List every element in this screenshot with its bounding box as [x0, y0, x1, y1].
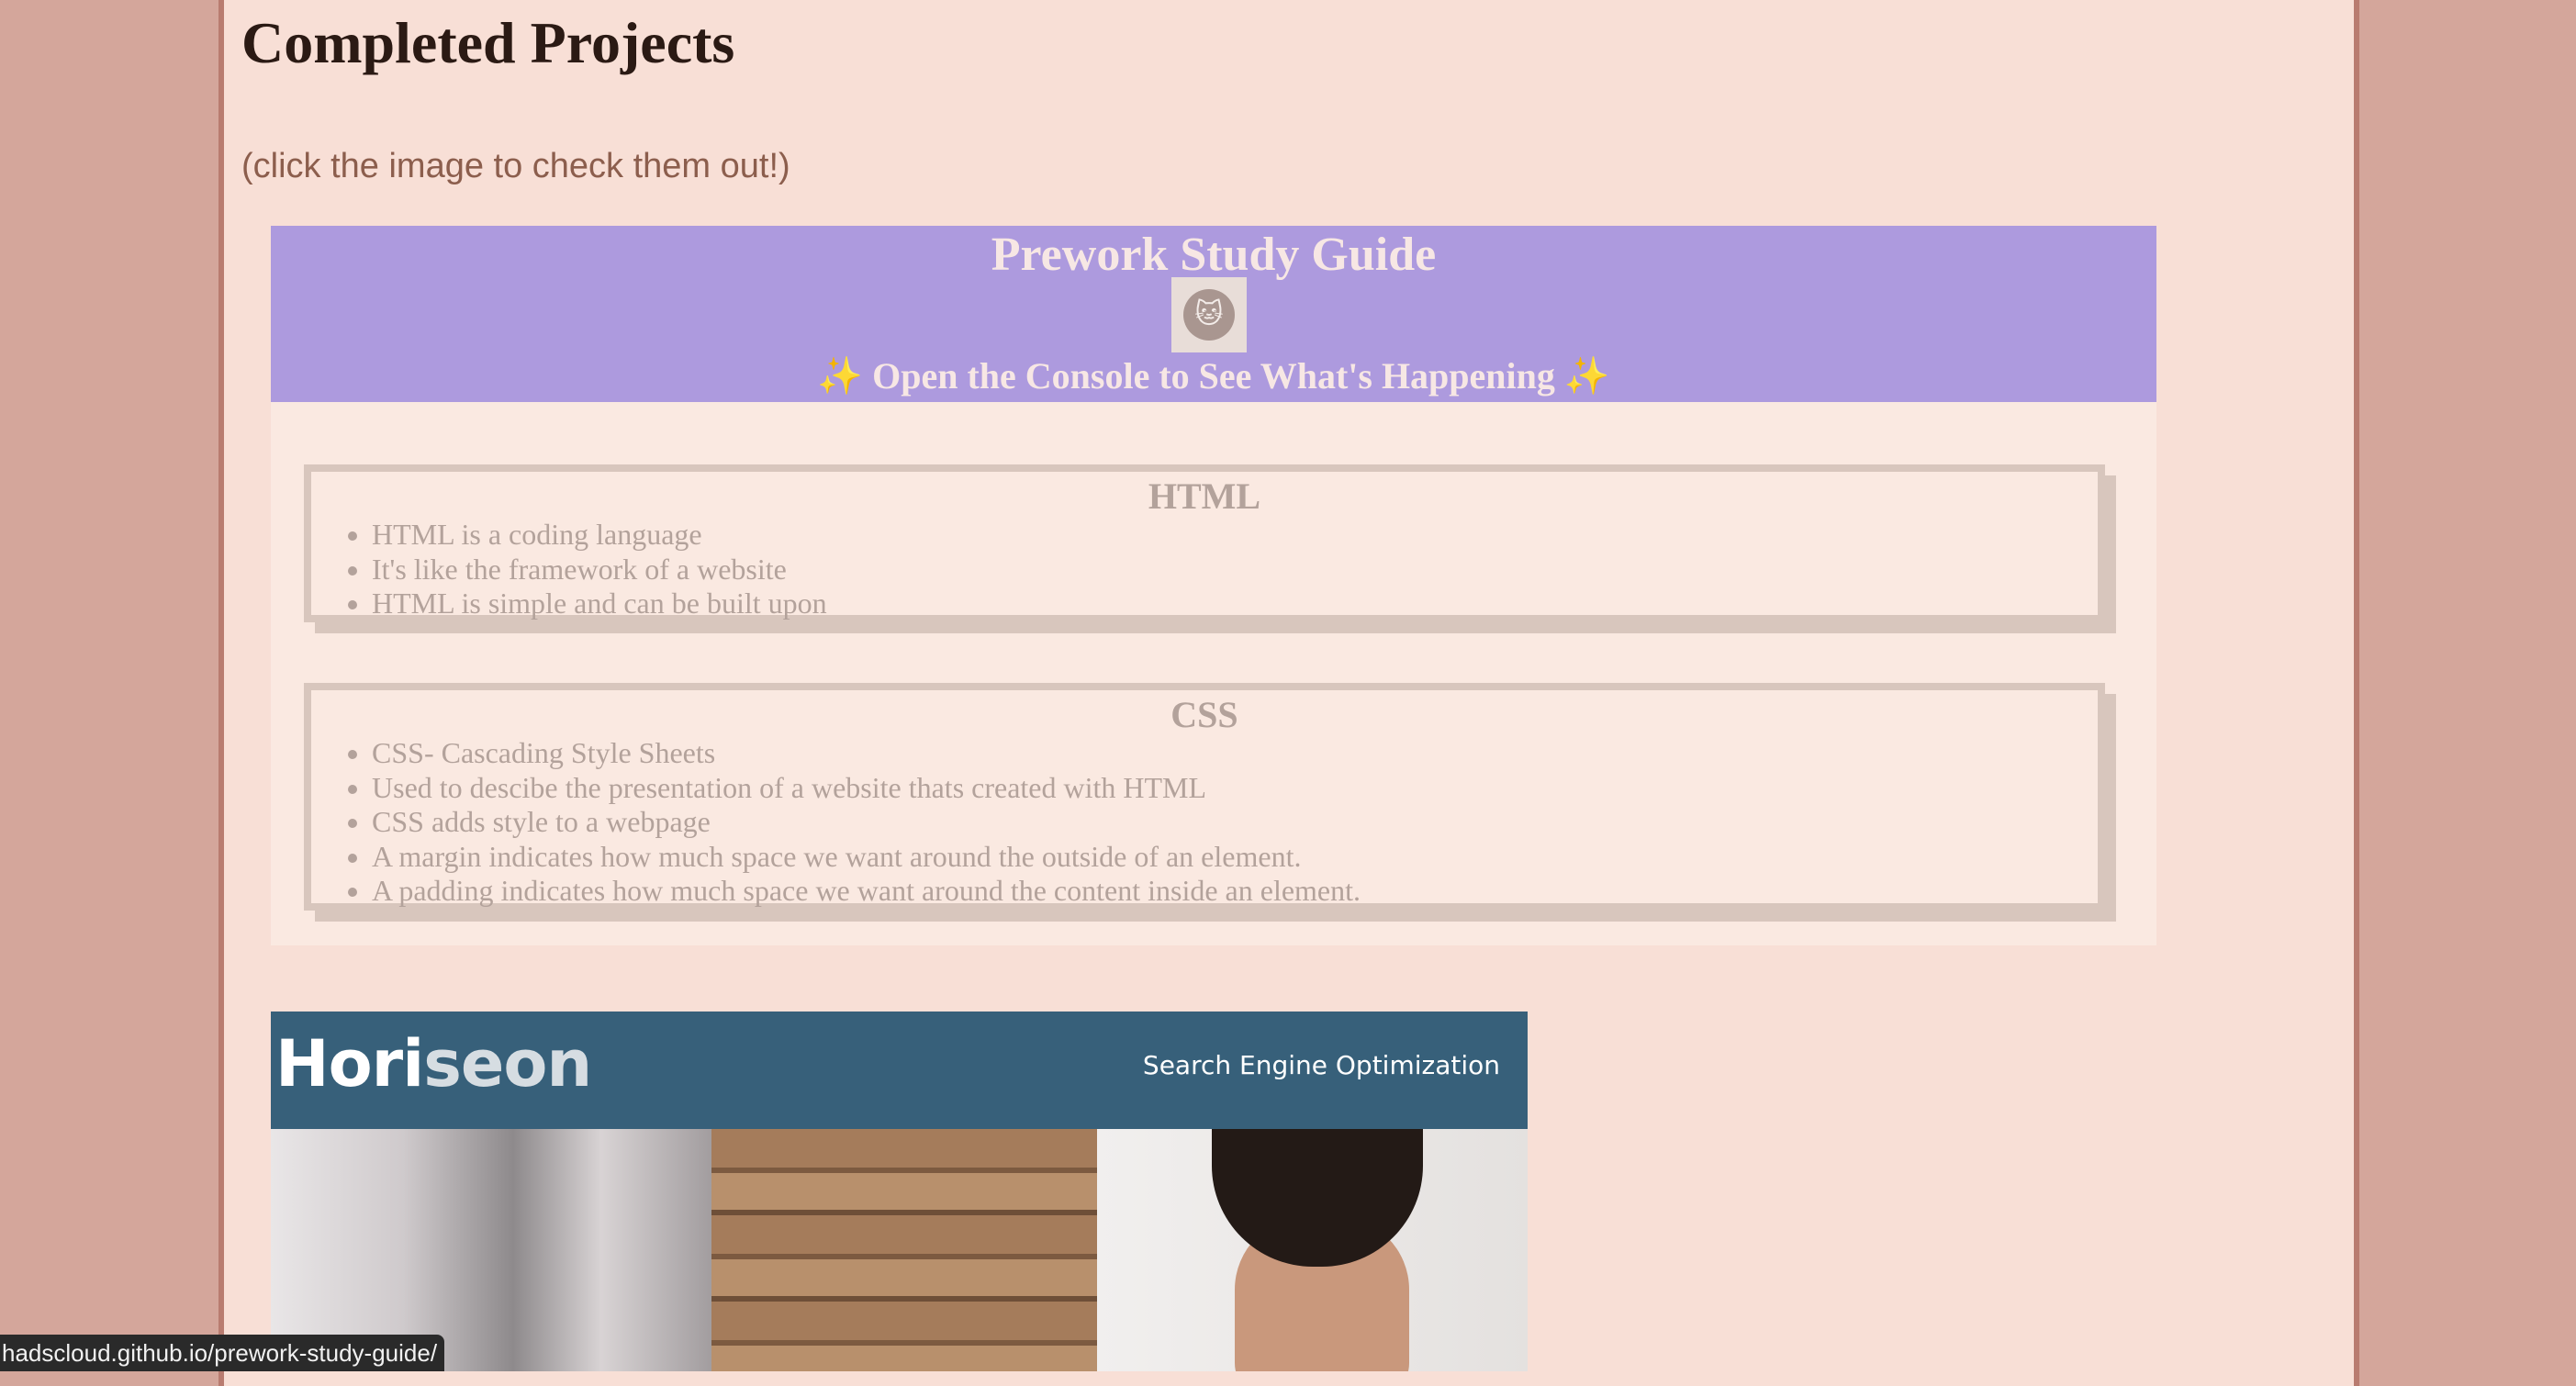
list-item: HTML is simple and can be built upon	[372, 587, 2098, 621]
html-section: HTML HTML is a coding language It's like…	[304, 464, 2105, 622]
logo-part: Hori	[275, 1026, 424, 1101]
console-message-text: Open the Console to See What's Happening	[872, 355, 1555, 397]
avatar: 🐱︎	[1171, 277, 1247, 352]
horiseon-logo: Horiseon	[275, 1026, 592, 1101]
list-item: A padding indicates how much space we wa…	[372, 874, 2098, 909]
horiseon-header: Horiseon Search Engine Optimization	[271, 1012, 1528, 1129]
section-heading: CSS	[1170, 694, 1238, 735]
html-list: HTML is a coding language It's like the …	[311, 518, 2098, 621]
sparkle-icon: ✨	[817, 355, 864, 397]
horiseon-hero-image	[271, 1129, 1528, 1371]
css-section: CSS CSS- Cascading Style Sheets Used to …	[304, 683, 2105, 911]
page-subtitle: (click the image to check them out!)	[241, 147, 790, 185]
section-heading: HTML	[1148, 475, 1261, 517]
logo-part: seon	[423, 1026, 592, 1101]
list-item: It's like the framework of a website	[372, 553, 2098, 587]
css-list: CSS- Cascading Style Sheets Used to desc…	[311, 736, 2098, 909]
project-link-horiseon[interactable]: Horiseon Search Engine Optimization	[271, 1012, 1528, 1371]
list-item: CSS adds style to a webpage	[372, 805, 2098, 840]
horiseon-nav-link: Search Engine Optimization	[1142, 1050, 1500, 1080]
list-item: CSS- Cascading Style Sheets	[372, 736, 2098, 771]
console-message: ✨ Open the Console to See What's Happeni…	[271, 354, 2156, 397]
cat-icon: 🐱︎	[1183, 289, 1235, 341]
list-item: HTML is a coding language	[372, 518, 2098, 553]
status-bar-url: hadscloud.github.io/prework-study-guide/	[0, 1335, 445, 1371]
list-item: A margin indicates how much space we wan…	[372, 840, 2098, 875]
page-title: Completed Projects	[241, 10, 735, 75]
study-guide-title: Prework Study Guide	[991, 229, 1437, 281]
sparkle-icon: ✨	[1563, 355, 1610, 397]
list-item: Used to descibe the presentation of a we…	[372, 771, 2098, 806]
project-link-prework-study-guide[interactable]: Prework Study Guide 🐱︎ ✨ Open the Consol…	[271, 226, 2156, 945]
study-guide-header: Prework Study Guide 🐱︎ ✨ Open the Consol…	[271, 226, 2156, 402]
